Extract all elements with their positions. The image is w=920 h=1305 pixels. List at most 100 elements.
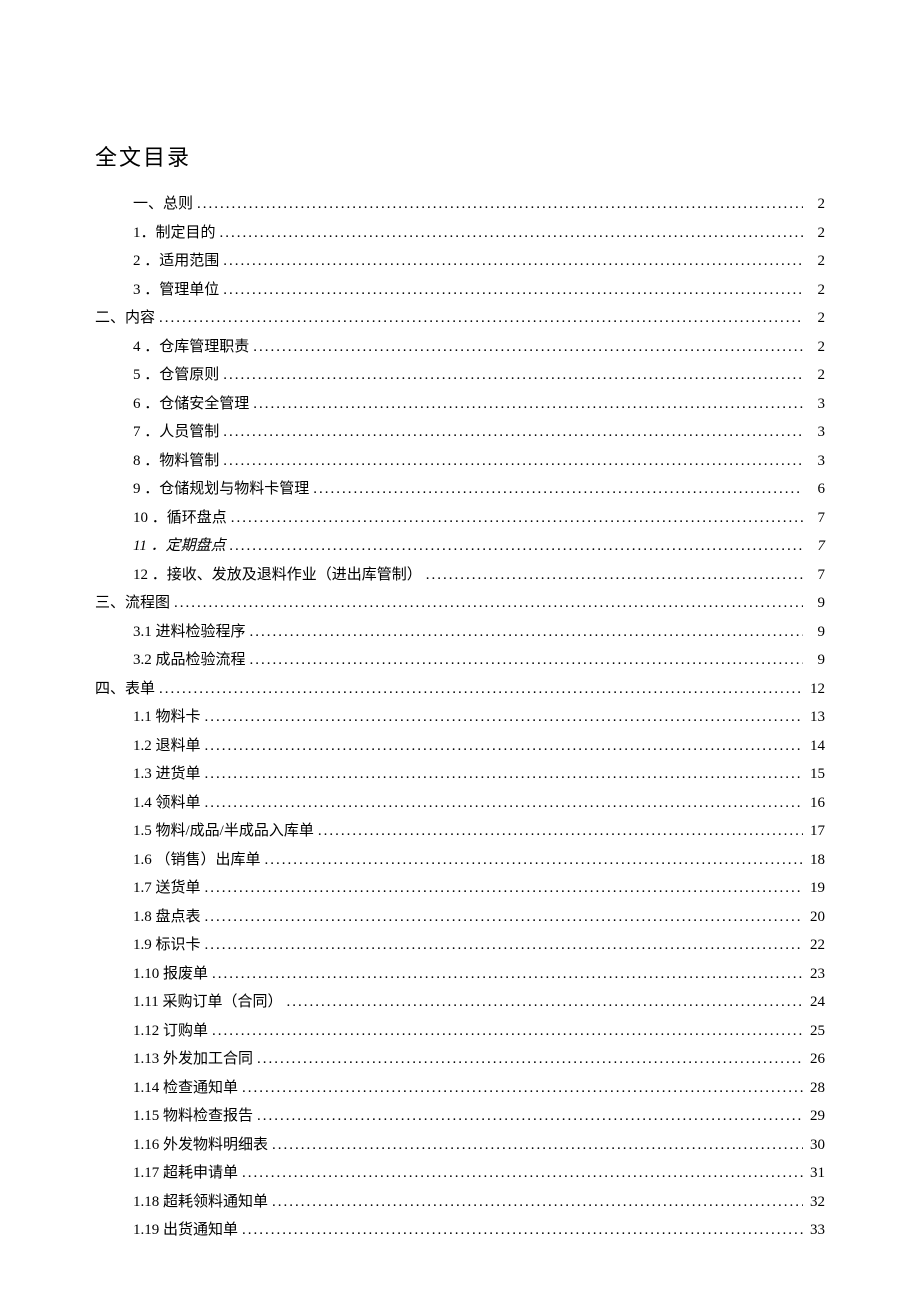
toc-entry-label: 2 ．适用范围 — [133, 247, 219, 276]
toc-entry-page: 13 — [807, 703, 825, 732]
toc-leader-dots — [253, 390, 803, 419]
toc-entry-label: 1.9 标识卡 — [133, 931, 201, 960]
toc-entry[interactable]: 1.18 超耗领料通知单 32 — [95, 1188, 825, 1217]
toc-entry-label: 7 ．人员管制 — [133, 418, 219, 447]
toc-entry[interactable]: 8 ．物料管制3 — [95, 447, 825, 476]
toc-entry[interactable]: 1．制定目的2 — [95, 219, 825, 248]
toc-entry[interactable]: 3.2 成品检验流程9 — [95, 646, 825, 675]
toc-entry-page: 7 — [807, 504, 825, 533]
toc-entry-page: 28 — [807, 1074, 825, 1103]
toc-entry-label: 6 ．仓储安全管理 — [133, 390, 249, 419]
toc-leader-dots — [265, 846, 803, 875]
toc-entry[interactable]: 2 ．适用范围2 — [95, 247, 825, 276]
toc-entry[interactable]: 一、总则2 — [95, 190, 825, 219]
toc-entry[interactable]: 1.10 报废单23 — [95, 960, 825, 989]
toc-entry-page: 9 — [807, 618, 825, 647]
toc-leader-dots — [205, 789, 803, 818]
toc-leader-dots — [426, 561, 803, 590]
toc-leader-dots — [250, 618, 803, 647]
toc-entry[interactable]: 1.13 外发加工合同26 — [95, 1045, 825, 1074]
toc-entry[interactable]: 1.7 送货单19 — [95, 874, 825, 903]
toc-entry-label: 1.12 订购单 — [133, 1017, 208, 1046]
toc-entry[interactable]: 1.4 领料单16 — [95, 789, 825, 818]
toc-entry[interactable]: 3.1 进料检验程序9 — [95, 618, 825, 647]
toc-entry[interactable]: 1.15 物料检查报告29 — [95, 1102, 825, 1131]
toc-entry[interactable]: 四、表单12 — [95, 675, 825, 704]
toc-entry-label: 1.15 物料检查报告 — [133, 1102, 253, 1131]
toc-entry[interactable]: 1.12 订购单 25 — [95, 1017, 825, 1046]
toc-leader-dots — [242, 1216, 803, 1245]
toc-entry[interactable]: 1.5 物料/成品/半成品入库单17 — [95, 817, 825, 846]
toc-entry[interactable]: 1.9 标识卡 22 — [95, 931, 825, 960]
toc-entry-label: 9 ．仓储规划与物料卡管理 — [133, 475, 309, 504]
toc-leader-dots — [286, 988, 803, 1017]
toc-entry-label: 10 ．循环盘点 — [133, 504, 227, 533]
toc-entry[interactable]: 1.11 采购订单（合同）24 — [95, 988, 825, 1017]
toc-leader-dots — [230, 532, 803, 561]
toc-entry-label: 1.2 退料单 — [133, 732, 201, 761]
toc-entry-label: 1.1 物料卡 — [133, 703, 201, 732]
toc-entry-label: 三、流程图 — [95, 589, 170, 618]
toc-entry-label: 1.4 领料单 — [133, 789, 201, 818]
toc-entry-page: 3 — [807, 390, 825, 419]
toc-entry[interactable]: 1.14 检查通知单28 — [95, 1074, 825, 1103]
toc-entry-page: 25 — [807, 1017, 825, 1046]
toc-entry-label: 8 ．物料管制 — [133, 447, 219, 476]
toc-entry-label: 二、内容 — [95, 304, 155, 333]
toc-entry[interactable]: 7 ．人员管制3 — [95, 418, 825, 447]
toc-entry-label: 1.6 （销售）出库单 — [133, 846, 261, 875]
toc-leader-dots — [223, 447, 803, 476]
toc-leader-dots — [205, 874, 803, 903]
toc-leader-dots — [257, 1045, 803, 1074]
toc-entry-page: 22 — [807, 931, 825, 960]
toc-entry[interactable]: 1.19 出货通知单33 — [95, 1216, 825, 1245]
toc-entry[interactable]: 三、流程图 9 — [95, 589, 825, 618]
toc-entry-page: 15 — [807, 760, 825, 789]
toc-entry-label: 1.5 物料/成品/半成品入库单 — [133, 817, 314, 846]
toc-entry-page: 2 — [807, 190, 825, 219]
toc-leader-dots — [205, 703, 803, 732]
toc-entry-page: 6 — [807, 475, 825, 504]
toc-entry[interactable]: 1.17 超耗申请单31 — [95, 1159, 825, 1188]
toc-entry-page: 23 — [807, 960, 825, 989]
toc-leader-dots — [223, 276, 803, 305]
toc-entry-page: 9 — [807, 646, 825, 675]
toc-entry-label: 11 ．定期盘点 — [133, 532, 226, 561]
toc-leader-dots — [174, 589, 803, 618]
toc-entry-page: 2 — [807, 304, 825, 333]
toc-entry[interactable]: 1.6 （销售）出库单 18 — [95, 846, 825, 875]
toc-entry-page: 32 — [807, 1188, 825, 1217]
toc-entry-label: 5 ．仓管原则 — [133, 361, 219, 390]
toc-entry[interactable]: 10 ．循环盘点 7 — [95, 504, 825, 533]
toc-leader-dots — [272, 1131, 803, 1160]
toc-entry-label: 3 ．管理单位 — [133, 276, 219, 305]
toc-entry-label: 4 ．仓库管理职责 — [133, 333, 249, 362]
toc-entry-label: 1.16 外发物料明细表 — [133, 1131, 268, 1160]
toc-leader-dots — [159, 304, 803, 333]
toc-entry[interactable]: 11 ．定期盘点7 — [95, 532, 825, 561]
toc-entry[interactable]: 3 ．管理单位 2 — [95, 276, 825, 305]
toc-entry[interactable]: 5 ．仓管原则2 — [95, 361, 825, 390]
toc-entry-label: 1.7 送货单 — [133, 874, 201, 903]
table-of-contents: 一、总则21．制定目的22 ．适用范围23 ．管理单位2二、内容24 ．仓库管理… — [95, 190, 825, 1245]
toc-leader-dots — [242, 1074, 803, 1103]
toc-leader-dots — [250, 646, 803, 675]
toc-entry[interactable]: 1.2 退料单14 — [95, 732, 825, 761]
toc-entry-page: 2 — [807, 333, 825, 362]
toc-entry[interactable]: 1.1 物料卡 13 — [95, 703, 825, 732]
toc-entry[interactable]: 1.3 进货单15 — [95, 760, 825, 789]
toc-entry-page: 7 — [807, 561, 825, 590]
toc-entry[interactable]: 二、内容 2 — [95, 304, 825, 333]
toc-entry[interactable]: 6 ．仓储安全管理 3 — [95, 390, 825, 419]
toc-entry-page: 9 — [807, 589, 825, 618]
toc-entry-page: 2 — [807, 276, 825, 305]
toc-entry-page: 18 — [807, 846, 825, 875]
toc-entry[interactable]: 1.16 外发物料明细表30 — [95, 1131, 825, 1160]
toc-entry-page: 33 — [807, 1216, 825, 1245]
toc-entry[interactable]: 1.8 盘点表20 — [95, 903, 825, 932]
toc-entry[interactable]: 12 ．接收、发放及退料作业（进出库管制） 7 — [95, 561, 825, 590]
toc-entry-label: 1.18 超耗领料通知单 — [133, 1188, 268, 1217]
toc-entry-label: 12 ．接收、发放及退料作业（进出库管制） — [133, 561, 422, 590]
toc-entry[interactable]: 9 ．仓储规划与物料卡管理 6 — [95, 475, 825, 504]
toc-entry[interactable]: 4 ．仓库管理职责 2 — [95, 333, 825, 362]
